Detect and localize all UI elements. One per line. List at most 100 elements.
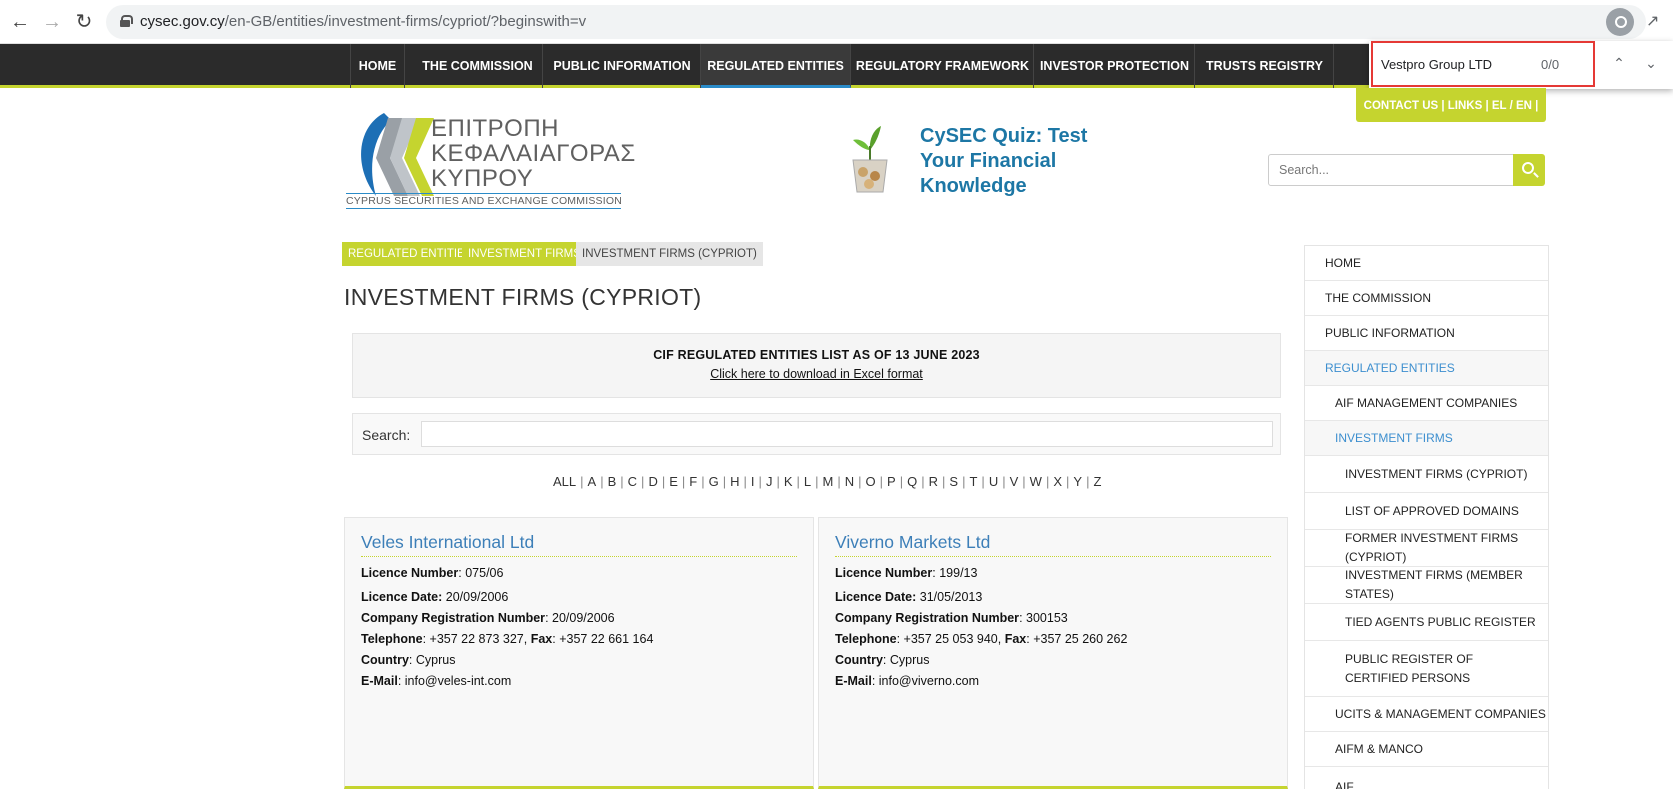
- table-search-label: Search:: [362, 427, 411, 443]
- find-query-text: Vestpro Group LTD: [1381, 57, 1493, 72]
- logo-greek-text: ΕΠΙΤΡΟΠΗ ΚΕΦΑΛΑΙΑΓΟΡΑΣ ΚΥΠΡΟΥ: [431, 115, 636, 192]
- sidebar-item-aif[interactable]: AIF: [1305, 767, 1548, 789]
- alphabet-letter-j[interactable]: J: [766, 474, 773, 489]
- alphabet-separator: |: [837, 474, 841, 489]
- find-input[interactable]: Vestpro Group LTD 0/0: [1371, 41, 1595, 87]
- nav-home[interactable]: HOME: [350, 44, 405, 88]
- sidebar-item-home[interactable]: HOME: [1305, 246, 1548, 281]
- address-bar[interactable]: cysec.gov.cy/en-GB/entities/investment-f…: [106, 5, 1659, 39]
- reload-icon[interactable]: ↻: [72, 10, 96, 34]
- sidebar-item-investment-firms[interactable]: INVESTMENT FIRMS: [1305, 421, 1548, 456]
- company-registration: Company Registration Number: 300153: [835, 611, 1068, 625]
- alphabet-letter-z[interactable]: Z: [1093, 474, 1101, 489]
- alphabet-letter-t[interactable]: T: [969, 474, 977, 489]
- alphabet-letter-p[interactable]: P: [887, 474, 896, 489]
- alphabet-letter-m[interactable]: M: [823, 474, 834, 489]
- alphabet-letter-b[interactable]: B: [608, 474, 617, 489]
- alphabet-letter-h[interactable]: H: [730, 474, 739, 489]
- alphabet-letter-w[interactable]: W: [1030, 474, 1042, 489]
- firm-name-link[interactable]: Veles International Ltd: [361, 532, 797, 557]
- sidebar-item-aifm-manco[interactable]: AIFM & MANCO: [1305, 732, 1548, 767]
- find-next-icon[interactable]: ⌄: [1641, 53, 1661, 73]
- alphabet-letter-e[interactable]: E: [669, 474, 678, 489]
- alphabet-separator: |: [758, 474, 762, 489]
- sidebar-item-certified-persons-register[interactable]: PUBLIC REGISTER OF CERTIFIED PERSONS: [1305, 641, 1548, 697]
- email-link[interactable]: info@viverno.com: [879, 674, 979, 688]
- country: Country: Cyprus: [361, 653, 456, 667]
- sidebar-item-investment-firms-member-states[interactable]: INVESTMENT FIRMS (MEMBER STATES): [1305, 567, 1548, 604]
- back-arrow-icon[interactable]: ←: [8, 10, 32, 34]
- alphabet-letter-q[interactable]: Q: [907, 474, 917, 489]
- alphabet-letter-s[interactable]: S: [949, 474, 958, 489]
- alphabet-separator: |: [722, 474, 727, 489]
- sidebar-item-the-commission[interactable]: THE COMMISSION: [1305, 281, 1548, 316]
- find-previous-icon[interactable]: ⌃: [1609, 53, 1629, 73]
- nav-regulatory-framework[interactable]: REGULATORY FRAMEWORK: [852, 44, 1034, 88]
- sidebar-item-list-of-approved-domains[interactable]: LIST OF APPROVED DOMAINS: [1305, 493, 1548, 530]
- lock-icon: [120, 15, 133, 27]
- table-search-input[interactable]: [421, 421, 1273, 447]
- find-match-count: 0/0: [1541, 57, 1560, 72]
- telephone-fax: Telephone: +357 25 053 940, Fax: +357 25…: [835, 632, 1128, 646]
- alphabet-letter-f[interactable]: F: [689, 474, 697, 489]
- alphabet-letter-n[interactable]: N: [845, 474, 854, 489]
- sidebar-item-public-information[interactable]: PUBLIC INFORMATION: [1305, 316, 1548, 351]
- excel-download-link[interactable]: Click here to download in Excel format: [710, 367, 923, 381]
- licence-number: Licence Number: 075/06: [361, 566, 504, 580]
- nav-regulated-entities[interactable]: REGULATED ENTITIES: [701, 44, 851, 88]
- sidebar-item-aif-management-companies[interactable]: AIF MANAGEMENT COMPANIES: [1305, 386, 1548, 421]
- plant-jar-icon[interactable]: [845, 120, 895, 196]
- alphabet-separator: |: [701, 474, 705, 489]
- alphabet-letter-i[interactable]: I: [751, 474, 755, 489]
- extension-icon[interactable]: [1606, 8, 1634, 36]
- alphabet-separator: |: [981, 474, 985, 489]
- alphabet-letter-y[interactable]: Y: [1073, 474, 1082, 489]
- alphabet-letter-r[interactable]: R: [929, 474, 938, 489]
- alphabet-letter-g[interactable]: G: [709, 474, 719, 489]
- alphabet-separator: |: [743, 474, 747, 489]
- sidebar-item-tied-agents-register[interactable]: TIED AGENTS PUBLIC REGISTER: [1305, 604, 1548, 641]
- cysec-logo[interactable]: ΕΠΙΤΡΟΠΗ ΚΕΦΑΛΑΙΑΓΟΡΑΣ ΚΥΠΡΟΥ CYPRUS SEC…: [346, 108, 635, 209]
- alphabet-separator: |: [1086, 474, 1090, 489]
- alphabet-separator: |: [796, 474, 800, 489]
- alphabet-letter-a[interactable]: A: [588, 474, 597, 489]
- alphabet-letter-k[interactable]: K: [784, 474, 793, 489]
- alphabet-letter-d[interactable]: D: [648, 474, 657, 489]
- alphabet-letter-x[interactable]: X: [1053, 474, 1062, 489]
- telephone-fax: Telephone: +357 22 873 327, Fax: +357 22…: [361, 632, 654, 646]
- breadcrumb-investment-firms[interactable]: INVESTMENT FIRMS: [462, 242, 587, 266]
- alphabet-letter-c[interactable]: C: [628, 474, 637, 489]
- nav-public-information[interactable]: PUBLIC INFORMATION: [544, 44, 701, 88]
- alphabet-letter-o[interactable]: O: [866, 474, 876, 489]
- alphabet-letter-l[interactable]: L: [804, 474, 811, 489]
- alphabet-separator: |: [641, 474, 645, 489]
- browser-toolbar: ← → ↻ cysec.gov.cy/en-GB/entities/invest…: [0, 0, 1673, 44]
- site-search-button[interactable]: [1513, 154, 1545, 186]
- nav-trusts-registry[interactable]: TRUSTS REGISTRY: [1196, 44, 1334, 88]
- top-links-bar[interactable]: CONTACT US | LINKS | EL / EN |: [1356, 88, 1546, 122]
- quiz-link[interactable]: CySEC Quiz: Test Your Financial Knowledg…: [920, 124, 1120, 199]
- share-icon[interactable]: ↗: [1646, 13, 1664, 31]
- sidebar-item-ucits[interactable]: UCITS & MANAGEMENT COMPANIES: [1305, 697, 1548, 732]
- alphabet-separator: |: [858, 474, 862, 489]
- nav-the-commission[interactable]: THE COMMISSION: [413, 44, 543, 88]
- alphabet-separator: |: [815, 474, 819, 489]
- alphabet-separator: |: [1002, 474, 1006, 489]
- alphabet-letter-v[interactable]: V: [1010, 474, 1019, 489]
- alphabet-separator: |: [600, 474, 604, 489]
- alphabet-letter-all[interactable]: ALL: [553, 474, 576, 489]
- site-search-input[interactable]: Search...: [1268, 154, 1514, 186]
- sidebar-item-former-investment-firms[interactable]: FORMER INVESTMENT FIRMS (CYPRIOT): [1305, 530, 1548, 567]
- licence-date: Licence Date: 20/09/2006: [361, 590, 509, 604]
- sidebar-item-investment-firms-cypriot[interactable]: INVESTMENT FIRMS (CYPRIOT): [1305, 456, 1548, 493]
- forward-arrow-icon[interactable]: →: [40, 10, 64, 34]
- sidebar-menu: HOME THE COMMISSION PUBLIC INFORMATION R…: [1304, 245, 1549, 789]
- email-link[interactable]: info@veles-int.com: [405, 674, 511, 688]
- nav-investor-protection[interactable]: INVESTOR PROTECTION: [1035, 44, 1195, 88]
- firm-name-link[interactable]: Viverno Markets Ltd: [835, 532, 1271, 557]
- alphabet-letter-u[interactable]: U: [989, 474, 998, 489]
- alphabet-separator: |: [681, 474, 686, 489]
- breadcrumb-regulated-entities[interactable]: REGULATED ENTITIES: [342, 242, 479, 266]
- url-text: cysec.gov.cy/en-GB/entities/investment-f…: [140, 13, 587, 30]
- sidebar-item-regulated-entities[interactable]: REGULATED ENTITIES: [1305, 351, 1548, 386]
